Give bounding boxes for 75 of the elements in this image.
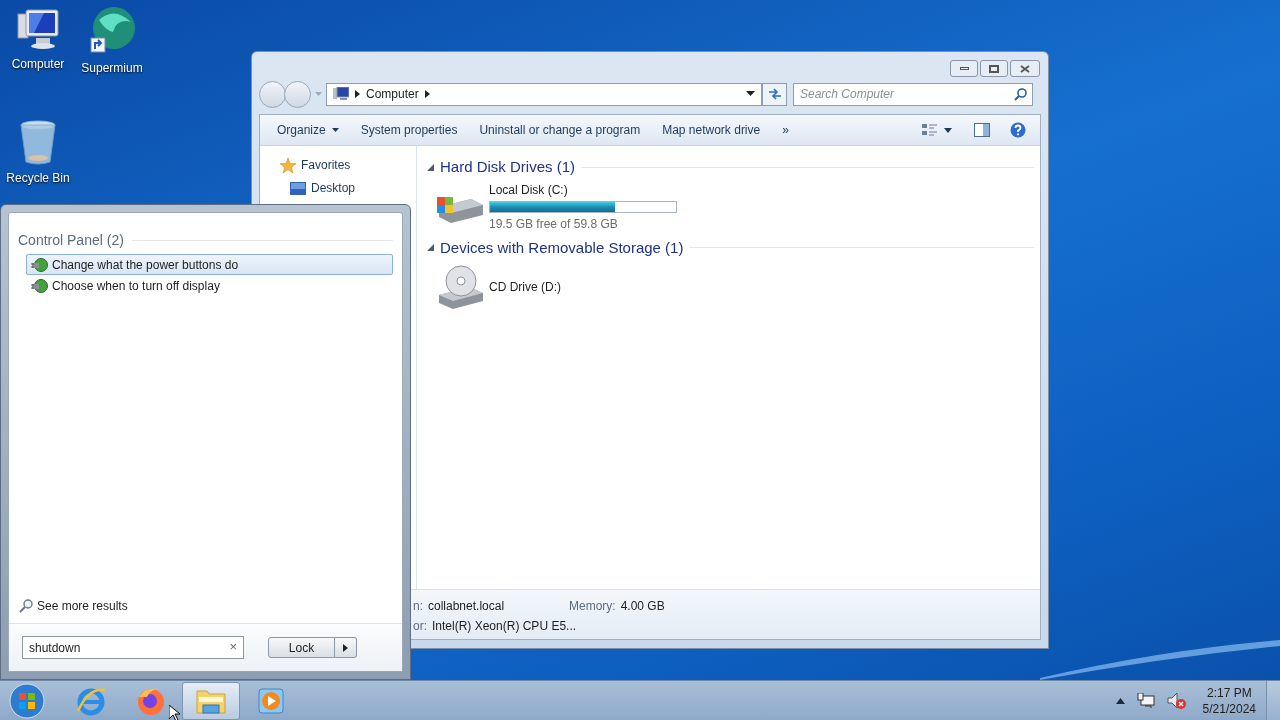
chevron-icon bbox=[355, 90, 360, 98]
dropdown-caret-icon[interactable] bbox=[746, 91, 755, 97]
desktop-icon-label[interactable]: Recycle Bin bbox=[6, 169, 70, 187]
cd-drive-icon bbox=[437, 265, 483, 309]
detail-value: collabnet.local bbox=[428, 598, 505, 615]
drive-item[interactable]: Local Disk (C:) 19.5 GB free of 59.8 GB bbox=[427, 178, 1034, 231]
drive-free-space: 19.5 GB free of 59.8 GB bbox=[489, 215, 619, 233]
address-bar[interactable]: Computer bbox=[326, 82, 762, 106]
collapse-icon[interactable] bbox=[427, 244, 434, 252]
detail-label: Memory: bbox=[569, 598, 616, 615]
address-crumb[interactable]: Computer bbox=[366, 85, 419, 103]
arrow-icon bbox=[343, 643, 348, 652]
volume-muted-icon[interactable] bbox=[1166, 691, 1187, 710]
show-hidden-icons-icon[interactable] bbox=[1115, 697, 1125, 704]
menu-button[interactable]: Organize bbox=[270, 118, 346, 142]
search-icon bbox=[19, 599, 33, 613]
power-options-button[interactable] bbox=[335, 637, 357, 658]
results-section-title: Control Panel (2) bbox=[18, 231, 124, 250]
see-more-results-link[interactable]: See more results bbox=[18, 597, 128, 615]
help-button[interactable] bbox=[1010, 122, 1026, 138]
group-header: Hard Disk Drives (1) bbox=[440, 157, 575, 177]
refresh-button[interactable] bbox=[762, 82, 787, 106]
details-view-icon bbox=[922, 123, 938, 137]
group-header: Devices with Removable Storage (1) bbox=[440, 237, 684, 258]
computer-icon bbox=[333, 87, 349, 101]
star-icon bbox=[280, 157, 296, 173]
close-icon bbox=[1020, 64, 1030, 73]
detail-label: or: bbox=[413, 618, 427, 635]
collapse-icon[interactable] bbox=[427, 163, 434, 171]
desktop-icon-label[interactable]: Computer bbox=[11, 55, 65, 73]
drive-item[interactable]: CD Drive (D:) bbox=[427, 259, 1034, 311]
detail-value: 4.00 GB bbox=[620, 598, 665, 615]
drive-name: Local Disk (C:) bbox=[489, 181, 569, 199]
power-plug-icon bbox=[31, 277, 48, 294]
search-icon bbox=[1014, 87, 1027, 101]
toolbar-button[interactable]: Uninstall or change a program bbox=[472, 118, 648, 142]
maximize-button[interactable] bbox=[980, 60, 1008, 77]
browser-shortcut-icon bbox=[87, 6, 137, 56]
help-icon bbox=[1010, 122, 1026, 138]
caret-icon bbox=[944, 127, 952, 133]
clock[interactable]: 2:17 PM 5/21/2024 bbox=[1202, 684, 1256, 717]
network-icon[interactable] bbox=[1136, 692, 1155, 709]
windows-orb-icon bbox=[9, 682, 45, 719]
search-result-item[interactable]: Change what the power buttons do bbox=[26, 254, 393, 275]
detail-label: n: bbox=[413, 598, 423, 615]
toolbar-button[interactable]: System properties bbox=[353, 118, 465, 142]
history-caret-icon bbox=[315, 91, 322, 97]
preview-pane-button[interactable] bbox=[974, 123, 990, 137]
detail-value: Intel(R) Xeon(R) CPU E5... bbox=[432, 618, 577, 635]
search-result-item[interactable]: Choose when to turn off display bbox=[26, 275, 393, 296]
desktop-icon bbox=[290, 181, 306, 195]
desktop-icon-label[interactable]: Supermium bbox=[81, 59, 143, 77]
toolbar-button[interactable]: Map network drive bbox=[655, 118, 768, 142]
media-player-icon bbox=[256, 685, 286, 716]
mouse-cursor-icon bbox=[169, 705, 180, 720]
chevron-icon bbox=[424, 90, 430, 98]
navigation-item[interactable]: Favorites bbox=[280, 156, 416, 174]
drive-name: CD Drive (D:) bbox=[489, 279, 561, 296]
preview-pane-icon bbox=[974, 123, 990, 137]
search-field[interactable]: Search Computer bbox=[793, 82, 1033, 106]
view-options-button[interactable] bbox=[922, 123, 952, 137]
taskbar-app-button[interactable] bbox=[182, 681, 240, 720]
recycle-bin-icon bbox=[18, 120, 58, 166]
minimize-icon bbox=[959, 67, 969, 70]
navigation-item[interactable]: Desktop bbox=[280, 179, 416, 197]
clear-search-button[interactable]: × bbox=[229, 639, 237, 655]
refresh-icon bbox=[766, 87, 783, 101]
maximize-icon bbox=[989, 64, 999, 73]
caret-icon bbox=[331, 127, 339, 133]
minimize-button[interactable] bbox=[950, 60, 978, 77]
computer-icon bbox=[14, 8, 62, 52]
lock-button[interactable]: Lock bbox=[268, 637, 335, 658]
close-button[interactable] bbox=[1010, 60, 1040, 77]
power-plug-icon bbox=[31, 256, 48, 273]
toolbar-button[interactable]: » bbox=[775, 118, 796, 142]
